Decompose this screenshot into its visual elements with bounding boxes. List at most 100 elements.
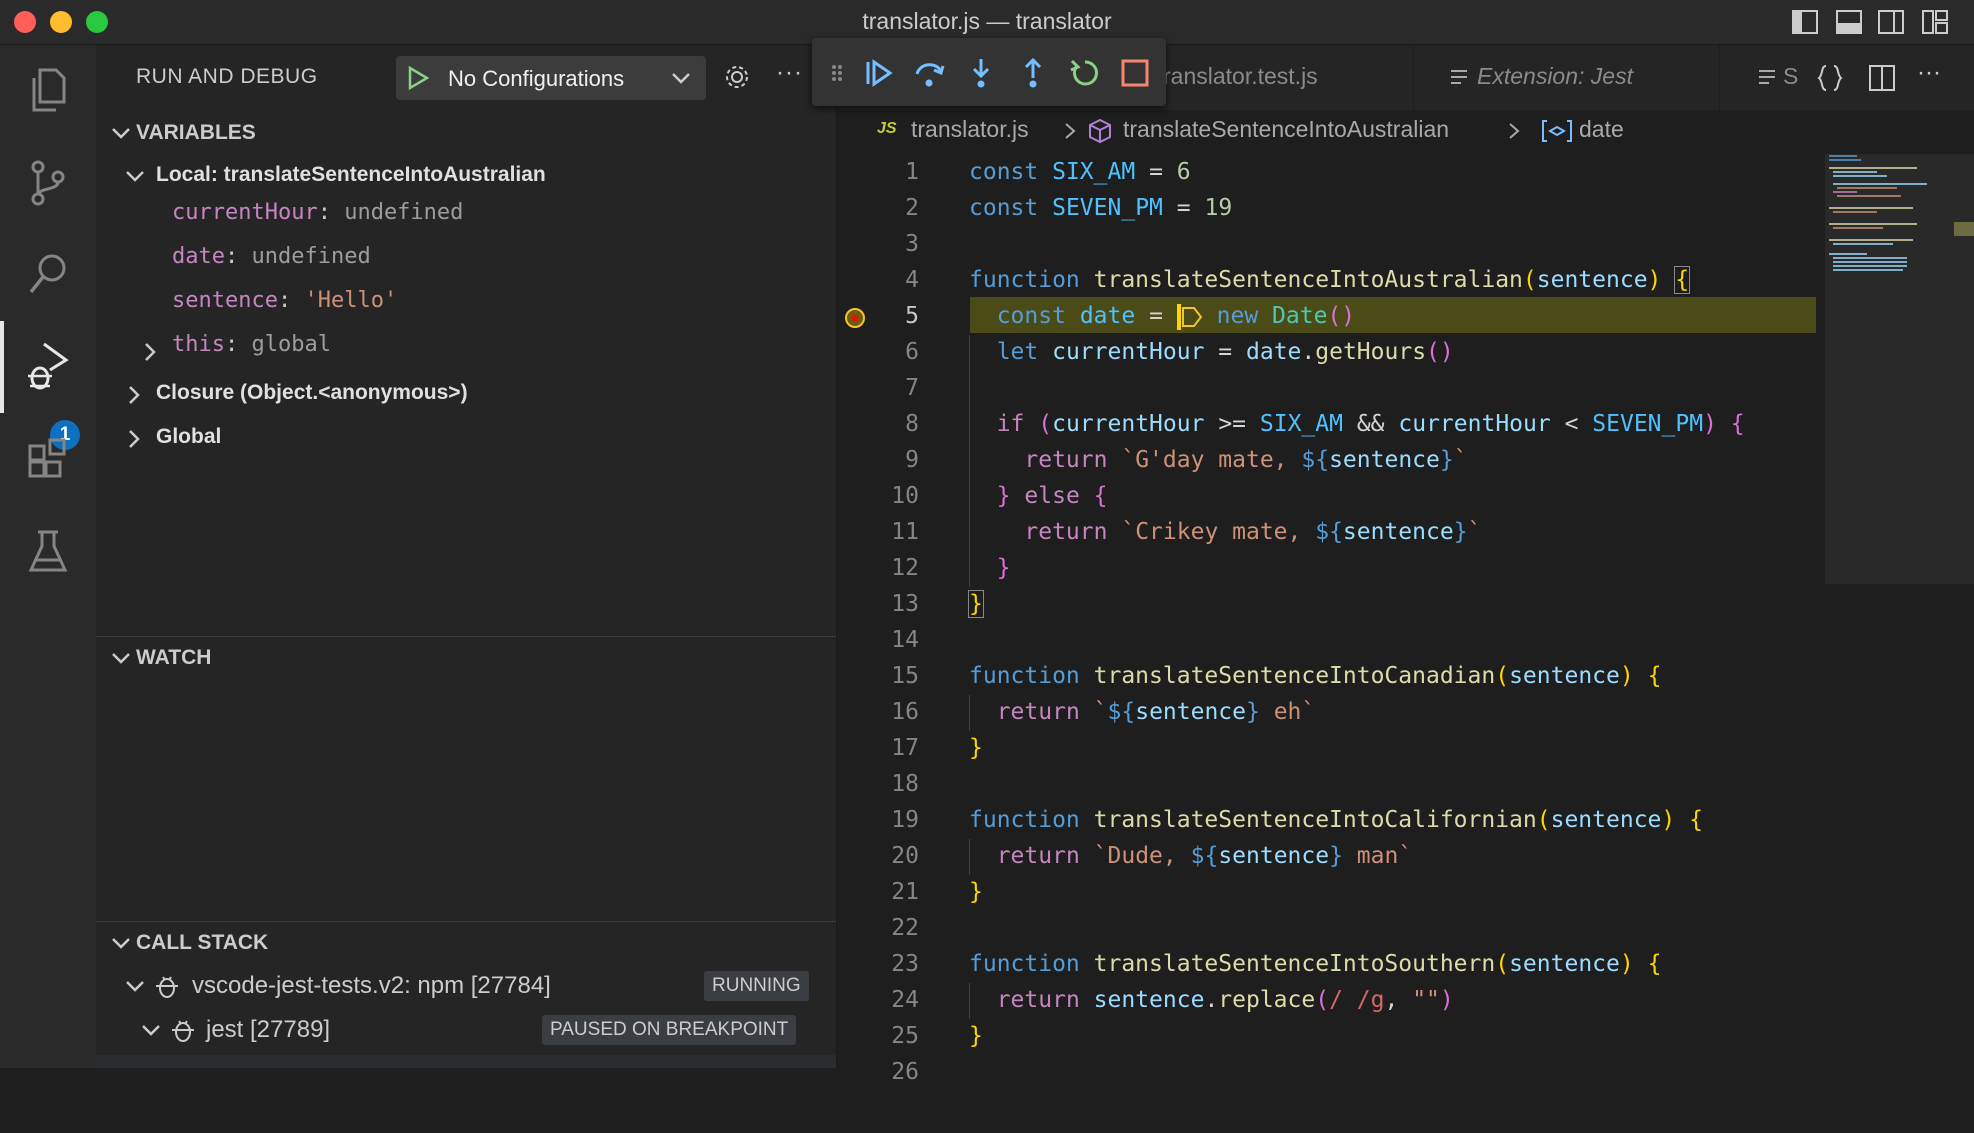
toggle-panel-icon[interactable] bbox=[1834, 8, 1864, 36]
tab-translator-test[interactable]: ranslator.test.js bbox=[1163, 45, 1414, 110]
toggle-secondary-sidebar-icon[interactable] bbox=[1876, 8, 1906, 36]
call-stack-session-row[interactable]: jest [27789] PAUSED ON BREAKPOINT bbox=[96, 1010, 836, 1050]
files-icon bbox=[32, 68, 66, 112]
code-line: 19 function translateSentenceIntoCalifor… bbox=[891, 807, 1703, 833]
call-stack-session-row[interactable]: vscode-jest-tests.v2: npm [27784] RUNNIN… bbox=[96, 966, 836, 1006]
split-editor-icon[interactable] bbox=[1867, 63, 1897, 93]
chevron-down-icon bbox=[112, 653, 130, 664]
closure-scope-label: Closure (Object.<anonymous>) bbox=[156, 381, 468, 404]
variable-row[interactable]: date: undefined bbox=[172, 244, 371, 282]
global-scope-label: Global bbox=[156, 425, 222, 448]
code-line: 7 bbox=[905, 375, 919, 401]
restart-icon[interactable] bbox=[1068, 56, 1102, 90]
breadcrumb-variable[interactable]: date bbox=[1579, 116, 1624, 143]
debug-session-icon bbox=[156, 976, 178, 998]
tab-extension-jest[interactable]: Extension: Jest bbox=[1419, 45, 1720, 110]
chevron-right-icon bbox=[145, 343, 156, 361]
variable-row[interactable]: sentence: 'Hello' bbox=[172, 288, 397, 326]
code-line: 14 bbox=[891, 627, 919, 653]
braces-icon[interactable] bbox=[1815, 63, 1845, 93]
code-line: 22 bbox=[891, 915, 919, 941]
code-line: 13 } bbox=[891, 590, 984, 618]
indent-guide bbox=[969, 983, 970, 1019]
search-button[interactable] bbox=[0, 229, 96, 321]
launch-config-dropdown[interactable]: No Configurations bbox=[396, 56, 706, 100]
breadcrumb: JS translator.js translateSentenceIntoAu… bbox=[837, 110, 1937, 150]
chevron-right-icon bbox=[1509, 123, 1520, 139]
window-title: translator.js — translator bbox=[862, 8, 1112, 34]
call-stack-frame-row[interactable] bbox=[96, 1055, 836, 1068]
scrollbar-current-line-marker bbox=[1954, 222, 1974, 236]
code-line: 26 bbox=[891, 1059, 919, 1085]
session-status-badge: RUNNING bbox=[704, 971, 809, 1001]
activity-bar: 1 bbox=[0, 45, 96, 1068]
sidebar-header: RUN AND DEBUG No Configurations ··· bbox=[96, 45, 836, 111]
code-editor[interactable]: 1 const SIX_AM = 6 2 const SEVEN_PM = 19… bbox=[837, 155, 1817, 1085]
indent-guide bbox=[969, 335, 970, 587]
explorer-button[interactable] bbox=[0, 45, 96, 137]
gear-icon[interactable] bbox=[722, 62, 752, 92]
section-divider bbox=[96, 921, 836, 922]
sidebar-title: RUN AND DEBUG bbox=[136, 65, 318, 88]
variable-row[interactable]: currentHour: undefined bbox=[172, 200, 463, 238]
toggle-sidebar-icon[interactable] bbox=[1790, 8, 1820, 36]
chevron-down-icon bbox=[112, 938, 130, 949]
step-over-icon[interactable] bbox=[912, 56, 946, 90]
more-actions-icon[interactable]: ··· bbox=[776, 59, 803, 87]
debug-session-icon bbox=[172, 1020, 194, 1042]
code-line: 16 return `${sentence} eh` bbox=[891, 699, 1316, 725]
minimap-preview bbox=[1829, 155, 1927, 271]
extensions-icon bbox=[28, 438, 66, 478]
step-into-icon[interactable] bbox=[964, 56, 998, 90]
code-line: 24 return sentence.replace(/ /g, "") bbox=[891, 987, 1454, 1013]
preview-icon bbox=[1451, 70, 1467, 84]
code-line: 3 bbox=[905, 231, 919, 257]
indent-guide bbox=[969, 695, 970, 731]
testing-button[interactable] bbox=[0, 505, 96, 597]
run-debug-sidebar: RUN AND DEBUG No Configurations ··· VARI… bbox=[96, 45, 837, 1068]
code-line: 12 } bbox=[891, 555, 1011, 581]
global-scope-row[interactable]: Global bbox=[96, 419, 836, 457]
drag-handle-icon[interactable] bbox=[830, 56, 844, 90]
customize-layout-icon[interactable] bbox=[1920, 8, 1950, 36]
variable-icon bbox=[1542, 120, 1572, 142]
call-stack-section-header[interactable]: CALL STACK bbox=[96, 923, 836, 963]
breadcrumb-file[interactable]: translator.js bbox=[911, 116, 1029, 143]
extensions-button[interactable] bbox=[0, 413, 96, 505]
stop-icon[interactable] bbox=[1118, 56, 1152, 90]
call-stack-title: CALL STACK bbox=[136, 931, 269, 954]
step-out-icon[interactable] bbox=[1016, 56, 1050, 90]
session-status-badge: PAUSED ON BREAKPOINT bbox=[542, 1015, 797, 1045]
variables-title: VARIABLES bbox=[136, 121, 256, 144]
chevron-down-icon bbox=[672, 73, 690, 84]
chevron-right-icon bbox=[129, 430, 140, 448]
inline-breakpoint-icon bbox=[1181, 306, 1203, 327]
testing-icon bbox=[28, 530, 68, 572]
preview-icon bbox=[1759, 70, 1775, 84]
code-line: 2 const SEVEN_PM = 19 bbox=[905, 195, 1233, 221]
code-line: 25 } bbox=[891, 1023, 983, 1049]
editor-more-actions-icon[interactable]: ··· bbox=[1917, 59, 1941, 87]
watch-title: WATCH bbox=[136, 646, 212, 669]
watch-section-header[interactable]: WATCH bbox=[96, 638, 836, 678]
chevron-right-icon bbox=[1065, 123, 1076, 139]
debug-toolbar bbox=[812, 38, 1166, 106]
run-debug-button[interactable] bbox=[0, 321, 96, 413]
code-line: 4 function translateSentenceIntoAustrali… bbox=[905, 266, 1691, 294]
chevron-right-icon bbox=[129, 386, 140, 404]
continue-icon[interactable] bbox=[862, 56, 896, 90]
local-scope-label: Local: translateSentenceIntoAustralian bbox=[156, 163, 546, 186]
closure-scope-row[interactable]: Closure (Object.<anonymous>) bbox=[96, 375, 836, 413]
code-line: 10 } else { bbox=[891, 483, 1108, 509]
minimap[interactable] bbox=[1817, 150, 1974, 1068]
source-control-button[interactable] bbox=[0, 137, 96, 229]
chevron-down-icon bbox=[112, 128, 130, 139]
variables-section-header[interactable]: VARIABLES bbox=[96, 113, 836, 153]
method-icon bbox=[1089, 118, 1111, 144]
breadcrumb-symbol[interactable]: translateSentenceIntoAustralian bbox=[1123, 116, 1449, 143]
start-debugging-icon[interactable] bbox=[406, 65, 430, 91]
chevron-down-icon bbox=[126, 981, 144, 992]
local-scope-row[interactable]: Local: translateSentenceIntoAustralian bbox=[96, 157, 836, 195]
section-divider bbox=[96, 636, 836, 637]
search-icon bbox=[29, 254, 66, 294]
